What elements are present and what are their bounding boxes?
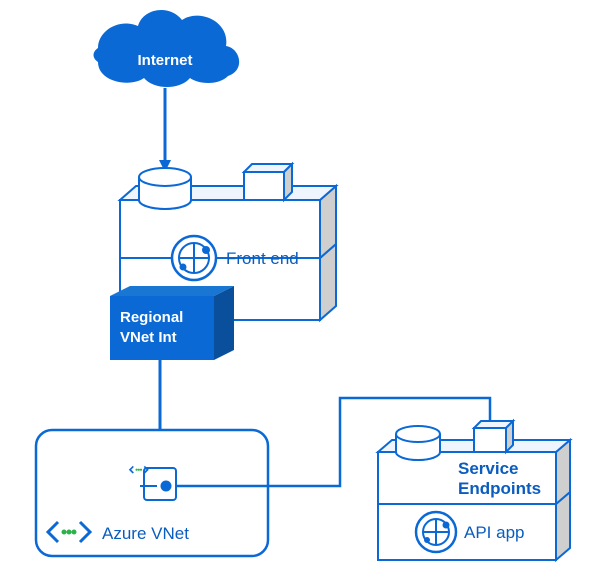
api-app-block: Service Endpoints API app	[378, 421, 570, 560]
apiapp-globe-icon	[416, 512, 456, 552]
arrow-internet-to-frontend	[159, 88, 171, 172]
azure-vnet-box: Azure VNet	[36, 430, 268, 556]
apiapp-cube-icon	[474, 421, 513, 452]
app-service-globe-icon	[172, 236, 216, 280]
vnet-int-label-1: Regional	[120, 309, 183, 326]
service-endpoints-label-2: Endpoints	[458, 479, 541, 498]
frontend-cube-icon	[244, 164, 292, 200]
service-endpoints-label-1: Service	[458, 459, 519, 478]
azure-vnet-label: Azure VNet	[102, 524, 189, 543]
frontend-cylinder-icon	[139, 168, 191, 209]
api-app-label: API app	[464, 523, 525, 542]
internet-label: Internet	[137, 52, 192, 69]
internet-cloud: Internet	[94, 10, 240, 87]
frontend-label: Front end	[226, 249, 299, 268]
apiapp-cylinder-icon	[396, 426, 440, 460]
vnet-int-label-2: VNet Int	[120, 329, 177, 346]
regional-vnet-int-block: Regional VNet Int	[110, 286, 234, 360]
